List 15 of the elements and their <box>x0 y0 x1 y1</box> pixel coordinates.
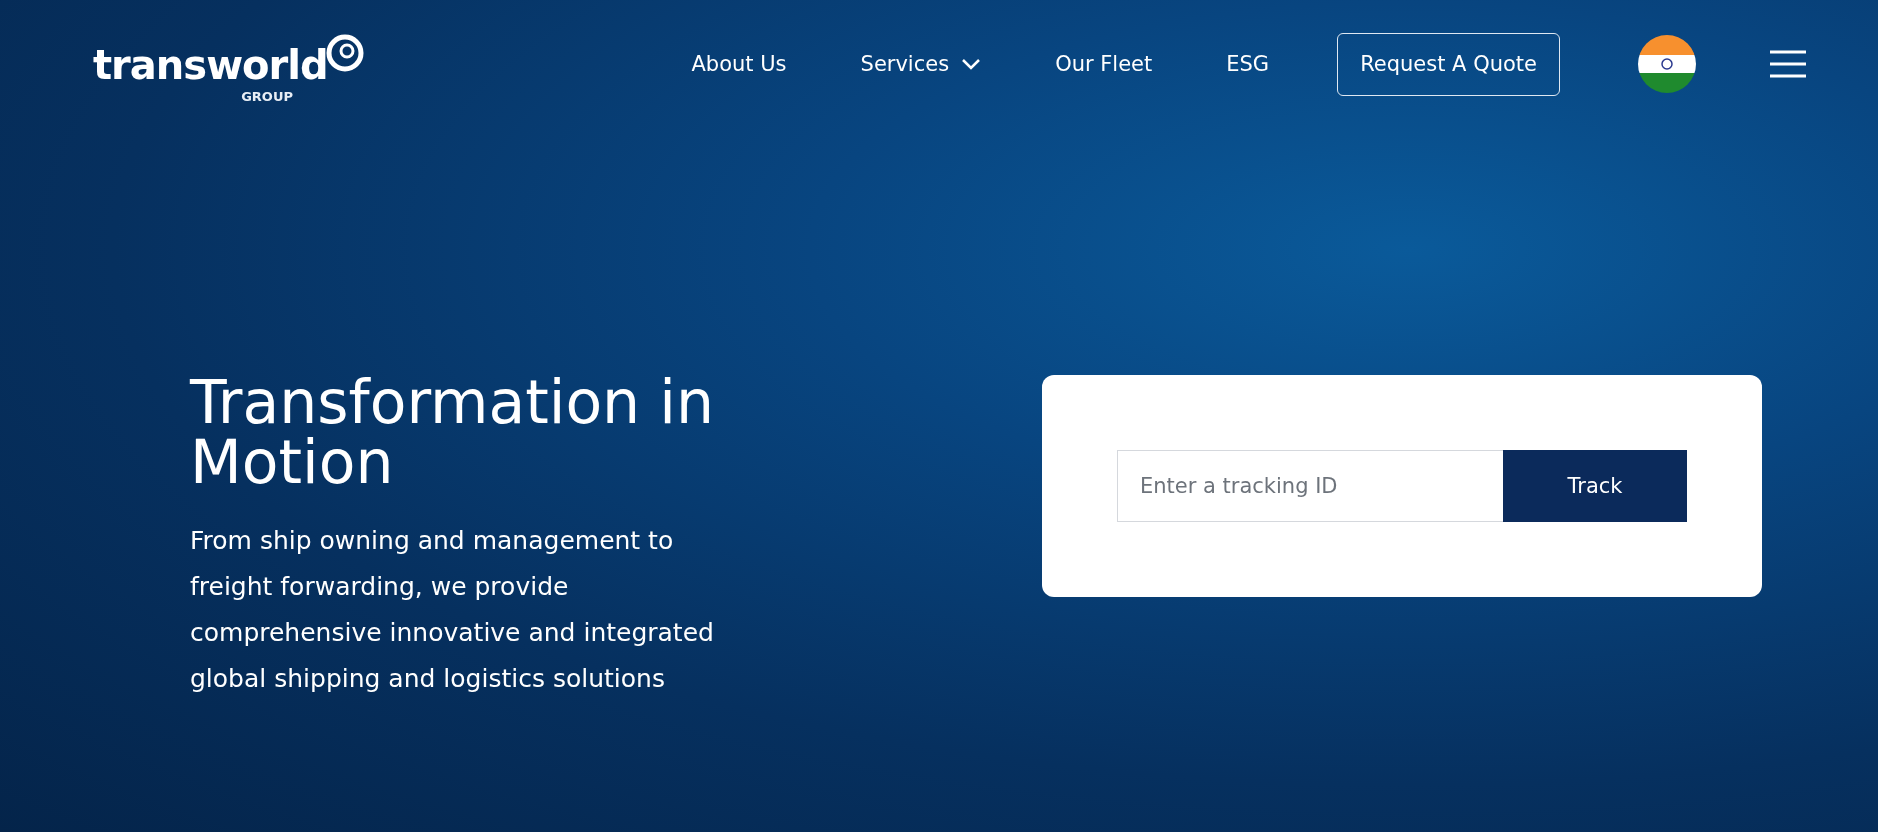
hero-title: Transformation in Motion <box>190 372 715 492</box>
nav-link[interactable]: About Us <box>691 52 787 76</box>
nav-link[interactable]: ESG <box>1226 52 1270 76</box>
track-button[interactable]: Track <box>1503 450 1687 522</box>
menu-icon[interactable] <box>1770 50 1806 78</box>
request-quote-button[interactable]: Request A Quote <box>1337 32 1560 96</box>
chevron-down-icon <box>961 58 982 70</box>
nav-link[interactable]: Services <box>860 52 982 76</box>
logo-wordmark: transworld <box>93 44 328 85</box>
hero-text: From ship owning and management to freight forwarding, we provide comprehensive innovative and integrated global shipping and logistics solutions <box>190 525 715 695</box>
tracking-id-field[interactable]: Enter a tracking ID <box>1117 450 1503 522</box>
flag-icon[interactable] <box>1638 35 1696 93</box>
nav-link[interactable]: Our Fleet <box>1055 52 1153 76</box>
logo-subtitle: GROUP <box>241 88 293 104</box>
swirl-logo-icon <box>325 32 365 73</box>
